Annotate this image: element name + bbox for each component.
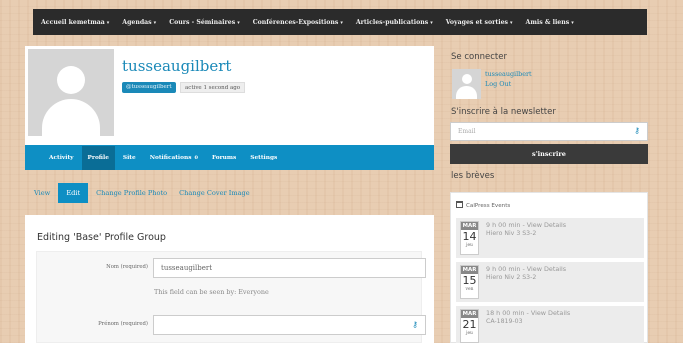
notification-count: 0: [194, 154, 198, 161]
sidebar-user-link[interactable]: tusseaugilbert: [485, 70, 532, 78]
tab-site[interactable]: Site: [123, 155, 136, 161]
prenom-input[interactable]: ⚷: [153, 315, 426, 335]
event-time: 9 h 00 min - View Details: [486, 221, 567, 229]
logout-link[interactable]: Log Out: [485, 80, 511, 88]
event-time: 18 h 00 min - View Details: [486, 309, 571, 317]
nom-input[interactable]: tusseaugilbert: [153, 258, 426, 278]
tab-activity[interactable]: Activity: [49, 155, 74, 161]
tab-forums[interactable]: Forums: [212, 155, 236, 161]
avatar-head-shape: [57, 66, 85, 94]
event-time: 9 h 00 min - View Details: [486, 265, 567, 273]
event-date-tile: MAR 14 jeu: [460, 221, 479, 255]
edit-profile-panel: Editing 'Base' Profile Group Nom (requir…: [25, 215, 434, 343]
mini-avatar-body-shape: [456, 86, 477, 99]
view-details-link[interactable]: View Details: [527, 221, 566, 229]
avatar[interactable]: [28, 49, 114, 136]
event-title: CA-1819-03: [486, 318, 523, 325]
nav-item-articles[interactable]: Articles-publications ▾: [356, 19, 433, 26]
profile-username: tusseaugilbert: [122, 57, 232, 75]
activity-status-badge: active 1 second ago: [180, 82, 246, 93]
mini-avatar-head-shape: [462, 74, 472, 84]
profile-handle-badge: @tusseaugilbert: [122, 82, 176, 93]
nav-item-cours[interactable]: Cours - Séminaires ▾: [169, 19, 240, 26]
field-group: Nom (required) tusseaugilbert This field…: [36, 251, 426, 343]
nav-item-voyages[interactable]: Voyages et sorties ▾: [446, 19, 513, 26]
key-icon: ⚷: [634, 126, 640, 135]
event-item[interactable]: MAR 15 ven 9 h 00 min - View Details Hie…: [456, 262, 644, 302]
calendar-icon: [456, 201, 463, 208]
subscribe-button[interactable]: s'inscrire: [450, 144, 648, 164]
breves-heading: les brèves: [451, 171, 495, 181]
key-icon: ⚷: [412, 320, 418, 329]
edit-group-title: Editing 'Base' Profile Group: [37, 232, 166, 243]
subtab-change-profile-photo[interactable]: Change Profile Photo: [96, 189, 167, 197]
tab-settings[interactable]: Settings: [250, 155, 277, 161]
tab-notifications[interactable]: Notifications 0: [150, 155, 198, 161]
nav-item-accueil[interactable]: Accueil kemetmaa ▾: [41, 19, 109, 26]
nav-item-amis[interactable]: Amis & liens ▾: [526, 19, 574, 26]
view-details-link[interactable]: View Details: [527, 265, 566, 273]
nom-label: Nom (required): [106, 264, 148, 270]
event-date-tile: MAR 21 jeu: [460, 309, 479, 343]
nav-item-agendas[interactable]: Agendas ▾: [122, 19, 156, 26]
top-navigation: Accueil kemetmaa ▾ Agendas ▾ Cours - Sémin…: [33, 9, 647, 35]
event-item[interactable]: MAR 14 jeu 9 h 00 min - View Details Hie…: [456, 218, 644, 258]
profile-tab-bar: Activity Profile Site Notifications 0 For…: [25, 145, 434, 170]
event-title: Hiero Niv 3 S3-2: [486, 230, 537, 237]
events-widget: CalPress Events MAR 14 jeu 9 h 00 min - …: [450, 192, 648, 343]
view-details-link[interactable]: View Details: [531, 309, 570, 317]
subtab-change-cover-image[interactable]: Change Cover Image: [179, 189, 250, 197]
subtab-view[interactable]: View: [34, 189, 50, 197]
event-item[interactable]: MAR 21 jeu 18 h 00 min - View Details CA…: [456, 306, 644, 343]
nom-visibility-hint: This field can be seen by: Everyone: [154, 288, 269, 296]
user-avatar-small[interactable]: [452, 69, 481, 99]
newsletter-heading: S'inscrire à la newsletter: [451, 107, 556, 117]
newsletter-email-input[interactable]: Email ⚷: [450, 122, 648, 141]
tab-profile[interactable]: Profile: [81, 145, 115, 170]
avatar-body-shape: [42, 99, 100, 136]
email-placeholder: Email: [458, 128, 476, 135]
event-title: Hiero Niv 2 S3-2: [486, 274, 537, 281]
login-heading: Se connecter: [451, 52, 507, 62]
events-source: CalPress Events: [456, 201, 510, 209]
profile-subtabs: View Edit Change Profile Photo Change Co…: [25, 182, 262, 203]
nav-item-conferences[interactable]: Conférences-Expositions ▾: [253, 19, 343, 26]
prenom-label: Prénom (required): [98, 321, 148, 327]
event-date-tile: MAR 15 ven: [460, 265, 479, 299]
subtab-edit[interactable]: Edit: [58, 182, 89, 203]
